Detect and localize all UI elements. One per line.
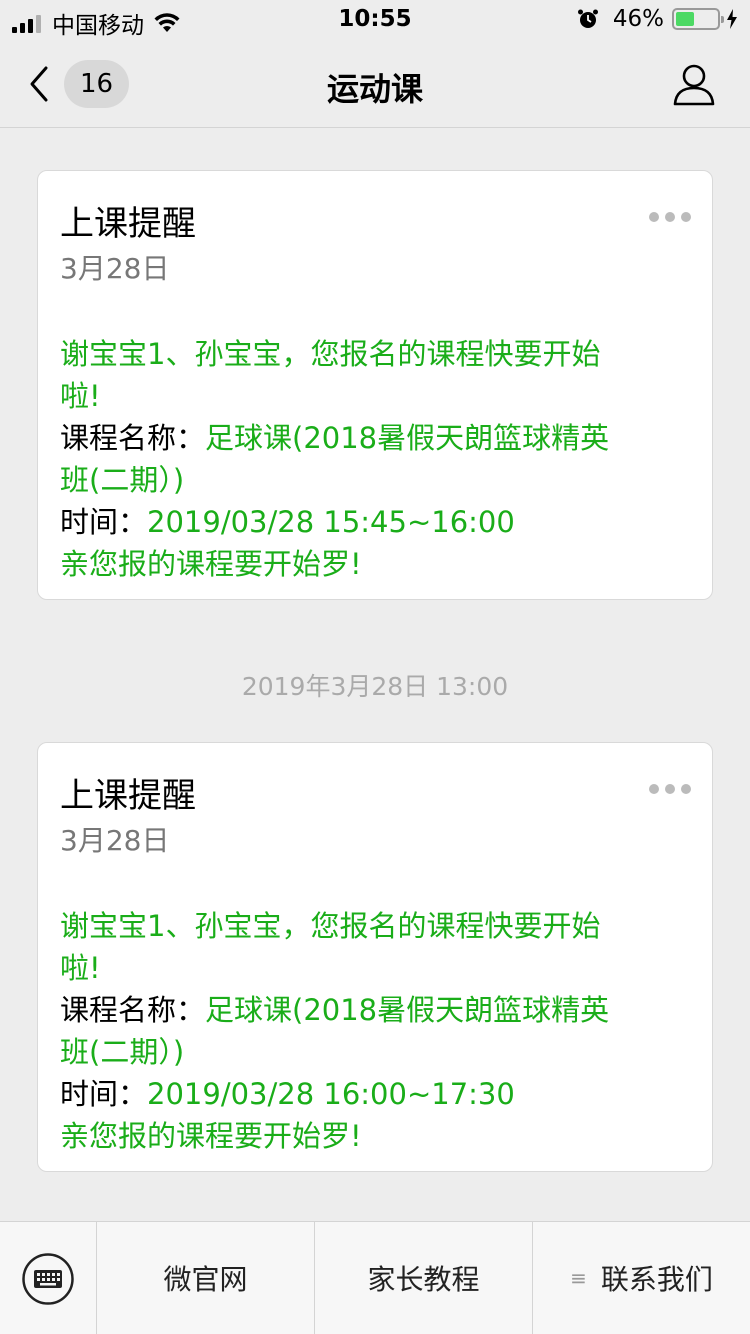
status-bar: 中国移动 10:55 46%: [0, 0, 750, 40]
course-value-cont: 班(二期）): [60, 463, 185, 497]
more-dots-icon[interactable]: [648, 783, 692, 795]
card-title: 上课提醒: [60, 776, 196, 816]
keyboard-icon: [22, 1252, 74, 1305]
greeting-line: 谢宝宝1、孙宝宝，您报名的课程快要开始: [60, 337, 601, 371]
more-dots-icon[interactable]: [648, 211, 692, 223]
card-title: 上课提醒: [60, 204, 196, 244]
closing-line: 亲您报的课程要开始罗!: [60, 1119, 362, 1153]
greeting-line: 谢宝宝1、孙宝宝，您报名的课程快要开始: [60, 909, 601, 943]
page-title: 运动课: [326, 70, 423, 108]
battery-fill: [676, 12, 695, 26]
keyboard-toggle-button[interactable]: [0, 1222, 97, 1334]
time-value: 2019/03/28 16:00~17:30: [147, 1077, 515, 1111]
menu-item-contact-us[interactable]: ≡ 联系我们: [533, 1222, 750, 1334]
card-body: 谢宝宝1、孙宝宝，您报名的课程快要开始 啦! 课程名称：足球课(2018暑假天朗…: [60, 905, 690, 1157]
greeting-line: 啦!: [60, 379, 101, 413]
card-date: 3月28日: [60, 252, 170, 285]
menu-item-label: 微官网: [163, 1263, 248, 1296]
time-label: 时间：: [60, 505, 148, 539]
card-body: 谢宝宝1、孙宝宝，您报名的课程快要开始 啦! 课程名称：足球课(2018暑假天朗…: [60, 333, 690, 585]
course-value: 足球课(2018暑假天朗篮球精英: [205, 421, 610, 455]
time-value: 2019/03/28 15:45~16:00: [147, 505, 515, 539]
profile-icon[interactable]: [672, 62, 716, 106]
message-timestamp: 2019年3月28日 13:00: [241, 672, 509, 701]
alarm-icon: [577, 9, 598, 28]
status-right: 46%: [577, 6, 738, 32]
time-label: 时间：: [60, 1077, 148, 1111]
course-label: 课程名称：: [60, 993, 206, 1027]
course-value: 足球课(2018暑假天朗篮球精英: [205, 993, 610, 1027]
bottom-menu-bar: 微官网 家长教程 ≡ 联系我们: [0, 1221, 750, 1334]
course-value-cont: 班(二期）): [60, 1035, 185, 1069]
course-label: 课程名称：: [60, 421, 206, 455]
greeting-line: 啦!: [60, 951, 101, 985]
battery-percent: 46%: [612, 6, 664, 32]
submenu-lines-icon: ≡: [570, 1266, 587, 1290]
reminder-card[interactable]: 上课提醒 3月28日 谢宝宝1、孙宝宝，您报名的课程快要开始 啦! 课程名称：足…: [37, 170, 713, 600]
charging-bolt-icon: [727, 9, 737, 29]
reminder-card[interactable]: 上课提醒 3月28日 谢宝宝1、孙宝宝，您报名的课程快要开始 啦! 课程名称：足…: [37, 742, 713, 1172]
menu-item-label: 联系我们: [600, 1263, 713, 1296]
battery-icon: [672, 8, 724, 30]
menu-item-parent-tutorial[interactable]: 家长教程: [315, 1222, 533, 1334]
card-date: 3月28日: [60, 824, 170, 857]
menu-item-label: 家长教程: [367, 1263, 480, 1296]
closing-line: 亲您报的课程要开始罗!: [60, 547, 362, 581]
menu-item-micro-site[interactable]: 微官网: [97, 1222, 315, 1334]
message-feed[interactable]: 上课提醒 3月28日 谢宝宝1、孙宝宝，您报名的课程快要开始 啦! 课程名称：足…: [0, 129, 750, 1221]
nav-bar: 16 运动课: [0, 40, 750, 128]
